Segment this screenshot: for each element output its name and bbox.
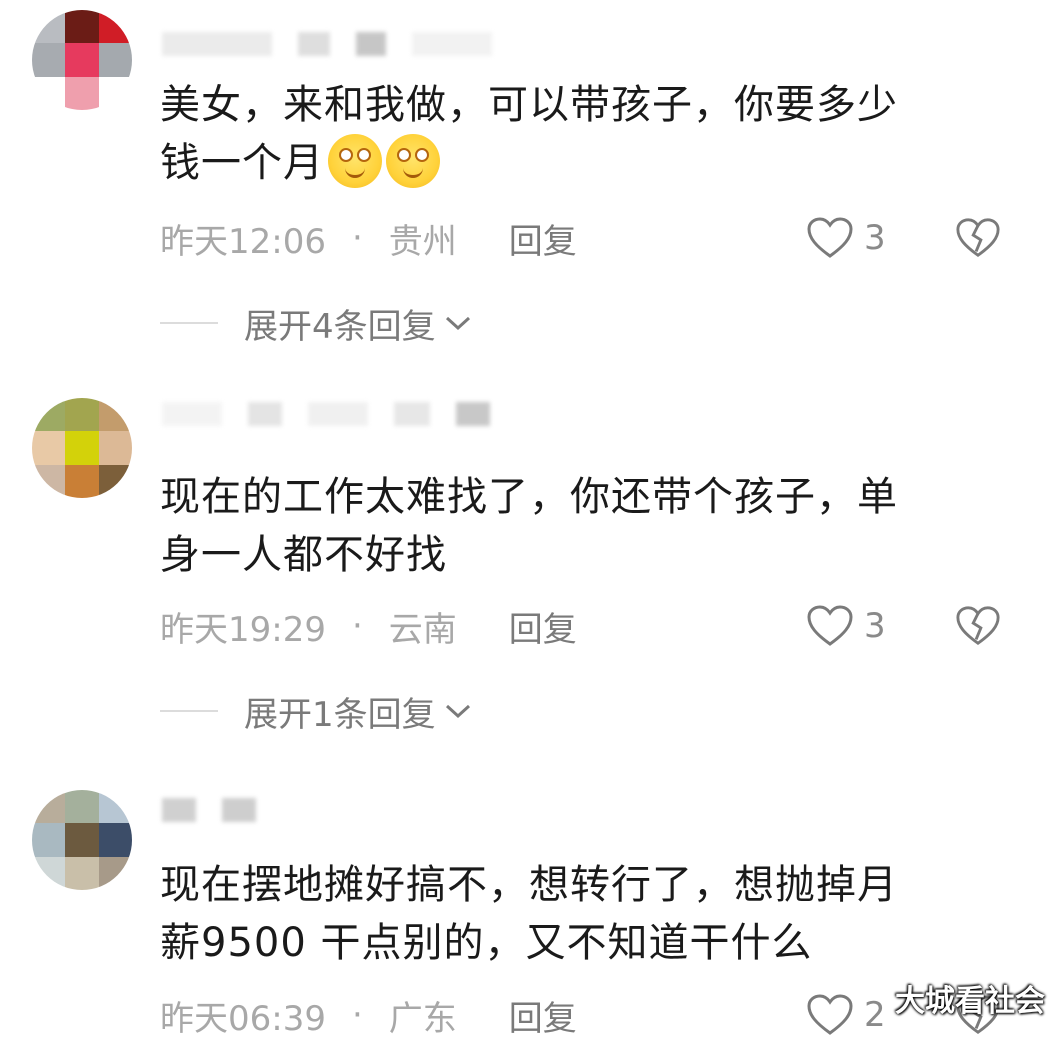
expand-replies-label: 展开4条回复: [244, 306, 436, 347]
location: 贵州: [388, 221, 457, 262]
timestamp: 昨天19:29: [160, 609, 326, 650]
broken-heart-icon[interactable]: [955, 603, 1001, 649]
reply-button[interactable]: 回复: [509, 214, 577, 263]
comment-meta: 昨天06:39 · 广东 回复: [160, 990, 577, 1040]
like-button[interactable]: 3: [806, 213, 886, 263]
divider-line: [160, 322, 218, 324]
reply-button[interactable]: 回复: [509, 991, 577, 1040]
comment-text: 现在摆地摊好搞不，想转行了，想抛掉月 薪9500 干点别的，又不知道干什么: [160, 862, 898, 966]
username-blurred[interactable]: [162, 400, 490, 428]
timestamp: 昨天12:06: [160, 221, 326, 262]
like-button[interactable]: 3: [806, 601, 886, 651]
expand-replies-label: 展开1条回复: [244, 694, 436, 735]
username-blurred[interactable]: [162, 796, 256, 824]
divider-line: [160, 710, 218, 712]
timestamp: 昨天06:39: [160, 998, 326, 1039]
heart-outline-icon: [807, 217, 853, 258]
separator-dot: ·: [351, 218, 363, 258]
heart-outline-icon: [807, 605, 853, 646]
avatar[interactable]: [32, 790, 132, 890]
like-count: 3: [864, 606, 886, 646]
separator-dot: ·: [351, 606, 363, 646]
reply-button[interactable]: 回复: [509, 602, 577, 651]
username-blurred[interactable]: [162, 30, 492, 58]
location: 广东: [388, 998, 457, 1039]
comment-text: 现在的工作太难找了，你还带个孩子，单 身一人都不好找: [160, 474, 898, 578]
broken-heart-icon[interactable]: [955, 215, 1001, 261]
heart-outline-icon: [807, 994, 853, 1035]
avatar[interactable]: [32, 10, 132, 110]
comment-meta: 昨天12:06 · 贵州 回复: [160, 213, 577, 263]
expand-replies-button[interactable]: 展开1条回复: [160, 686, 472, 736]
like-button[interactable]: 2: [806, 990, 886, 1040]
expand-replies-button[interactable]: 展开4条回复: [160, 298, 472, 348]
location: 云南: [388, 609, 457, 650]
grin-emoji-icon: [386, 134, 440, 188]
avatar[interactable]: [32, 398, 132, 498]
comment-meta: 昨天19:29 · 云南 回复: [160, 601, 577, 651]
like-count: 2: [864, 995, 886, 1035]
watermark: 大城看社会: [895, 984, 1045, 1019]
separator-dot: ·: [351, 995, 363, 1035]
comment-text: 美女，来和我做，可以带孩子，你要多少 钱一个月: [160, 82, 898, 188]
grin-emoji-icon: [328, 134, 382, 188]
like-count: 3: [864, 218, 886, 258]
chevron-down-icon: [445, 704, 470, 719]
chevron-down-icon: [445, 316, 470, 331]
